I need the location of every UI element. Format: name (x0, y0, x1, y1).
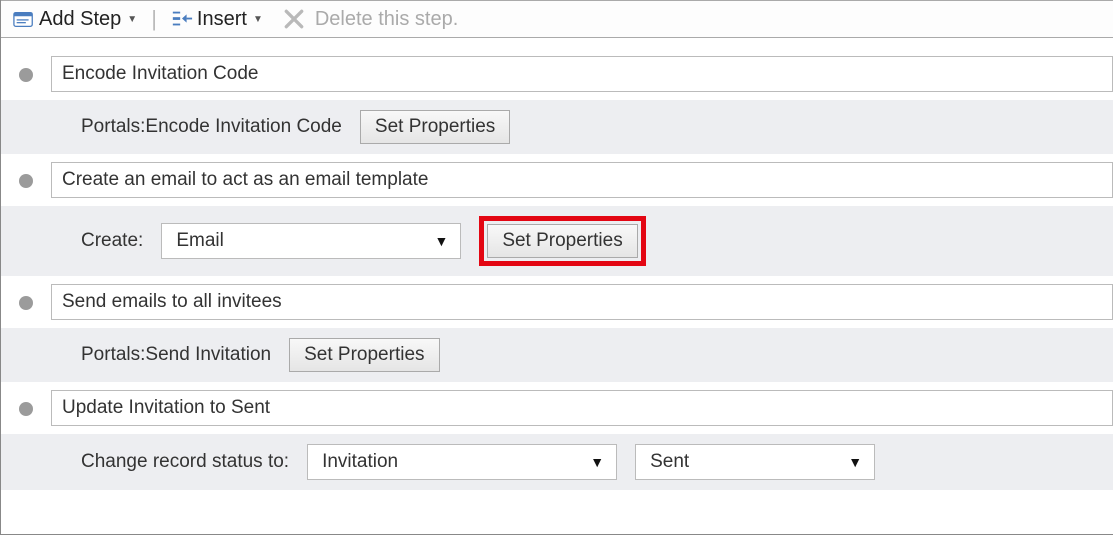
step-create-email: Create: Email ▼ Set Properties (1, 154, 1113, 276)
change-status-label: Change record status to: (81, 451, 289, 473)
step-bullet-icon (19, 174, 33, 188)
steps-list: Portals:Encode Invitation Code Set Prope… (1, 38, 1113, 490)
select-value: Invitation (322, 451, 398, 473)
close-icon (283, 8, 305, 30)
step-title-input[interactable] (51, 390, 1113, 426)
insert-icon (171, 9, 193, 29)
chevron-down-icon: ▼ (848, 454, 862, 470)
step-bullet-icon (19, 402, 33, 416)
add-step-button[interactable]: Add Step ▼ (9, 6, 141, 33)
step-bullet-icon (19, 68, 33, 82)
step-action-label: Portals:Send Invitation (81, 344, 271, 366)
step-header-row (1, 48, 1113, 100)
chevron-down-icon: ▼ (434, 233, 448, 249)
select-value: Sent (650, 451, 689, 473)
insert-button[interactable]: Insert ▼ (167, 6, 267, 33)
step-bullet-icon (19, 296, 33, 310)
add-step-icon (13, 9, 35, 29)
workflow-editor: Add Step ▼ | Insert ▼ Delete this step. (0, 0, 1113, 535)
step-detail-row: Portals:Send Invitation Set Properties (1, 328, 1113, 382)
chevron-down-icon: ▼ (590, 454, 604, 470)
delete-step-label: Delete this step. (315, 8, 458, 31)
step-detail-row: Portals:Encode Invitation Code Set Prope… (1, 100, 1113, 154)
create-entity-select[interactable]: Email ▼ (161, 223, 461, 259)
step-title-input[interactable] (51, 162, 1113, 198)
delete-step-button: Delete this step. (279, 6, 462, 33)
toolbar: Add Step ▼ | Insert ▼ Delete this step. (1, 0, 1113, 38)
create-label: Create: (81, 230, 143, 252)
insert-label: Insert (197, 8, 247, 31)
step-detail-row: Change record status to: Invitation ▼ Se… (1, 434, 1113, 490)
step-send-emails: Portals:Send Invitation Set Properties (1, 276, 1113, 382)
set-properties-button[interactable]: Set Properties (487, 224, 637, 258)
step-title-input[interactable] (51, 56, 1113, 92)
step-header-row (1, 276, 1113, 328)
set-properties-button[interactable]: Set Properties (360, 110, 510, 144)
step-header-row (1, 154, 1113, 206)
chevron-down-icon: ▼ (127, 14, 137, 25)
set-properties-button[interactable]: Set Properties (289, 338, 439, 372)
toolbar-separator: | (147, 6, 161, 32)
step-detail-row: Create: Email ▼ Set Properties (1, 206, 1113, 276)
status-value-select[interactable]: Sent ▼ (635, 444, 875, 480)
highlighted-set-properties: Set Properties (479, 216, 645, 266)
step-action-label: Portals:Encode Invitation Code (81, 116, 342, 138)
step-encode: Portals:Encode Invitation Code Set Prope… (1, 48, 1113, 154)
step-header-row (1, 382, 1113, 434)
add-step-label: Add Step (39, 8, 121, 31)
step-update-status: Change record status to: Invitation ▼ Se… (1, 382, 1113, 490)
chevron-down-icon: ▼ (253, 14, 263, 25)
status-entity-select[interactable]: Invitation ▼ (307, 444, 617, 480)
select-value: Email (176, 230, 224, 252)
step-title-input[interactable] (51, 284, 1113, 320)
